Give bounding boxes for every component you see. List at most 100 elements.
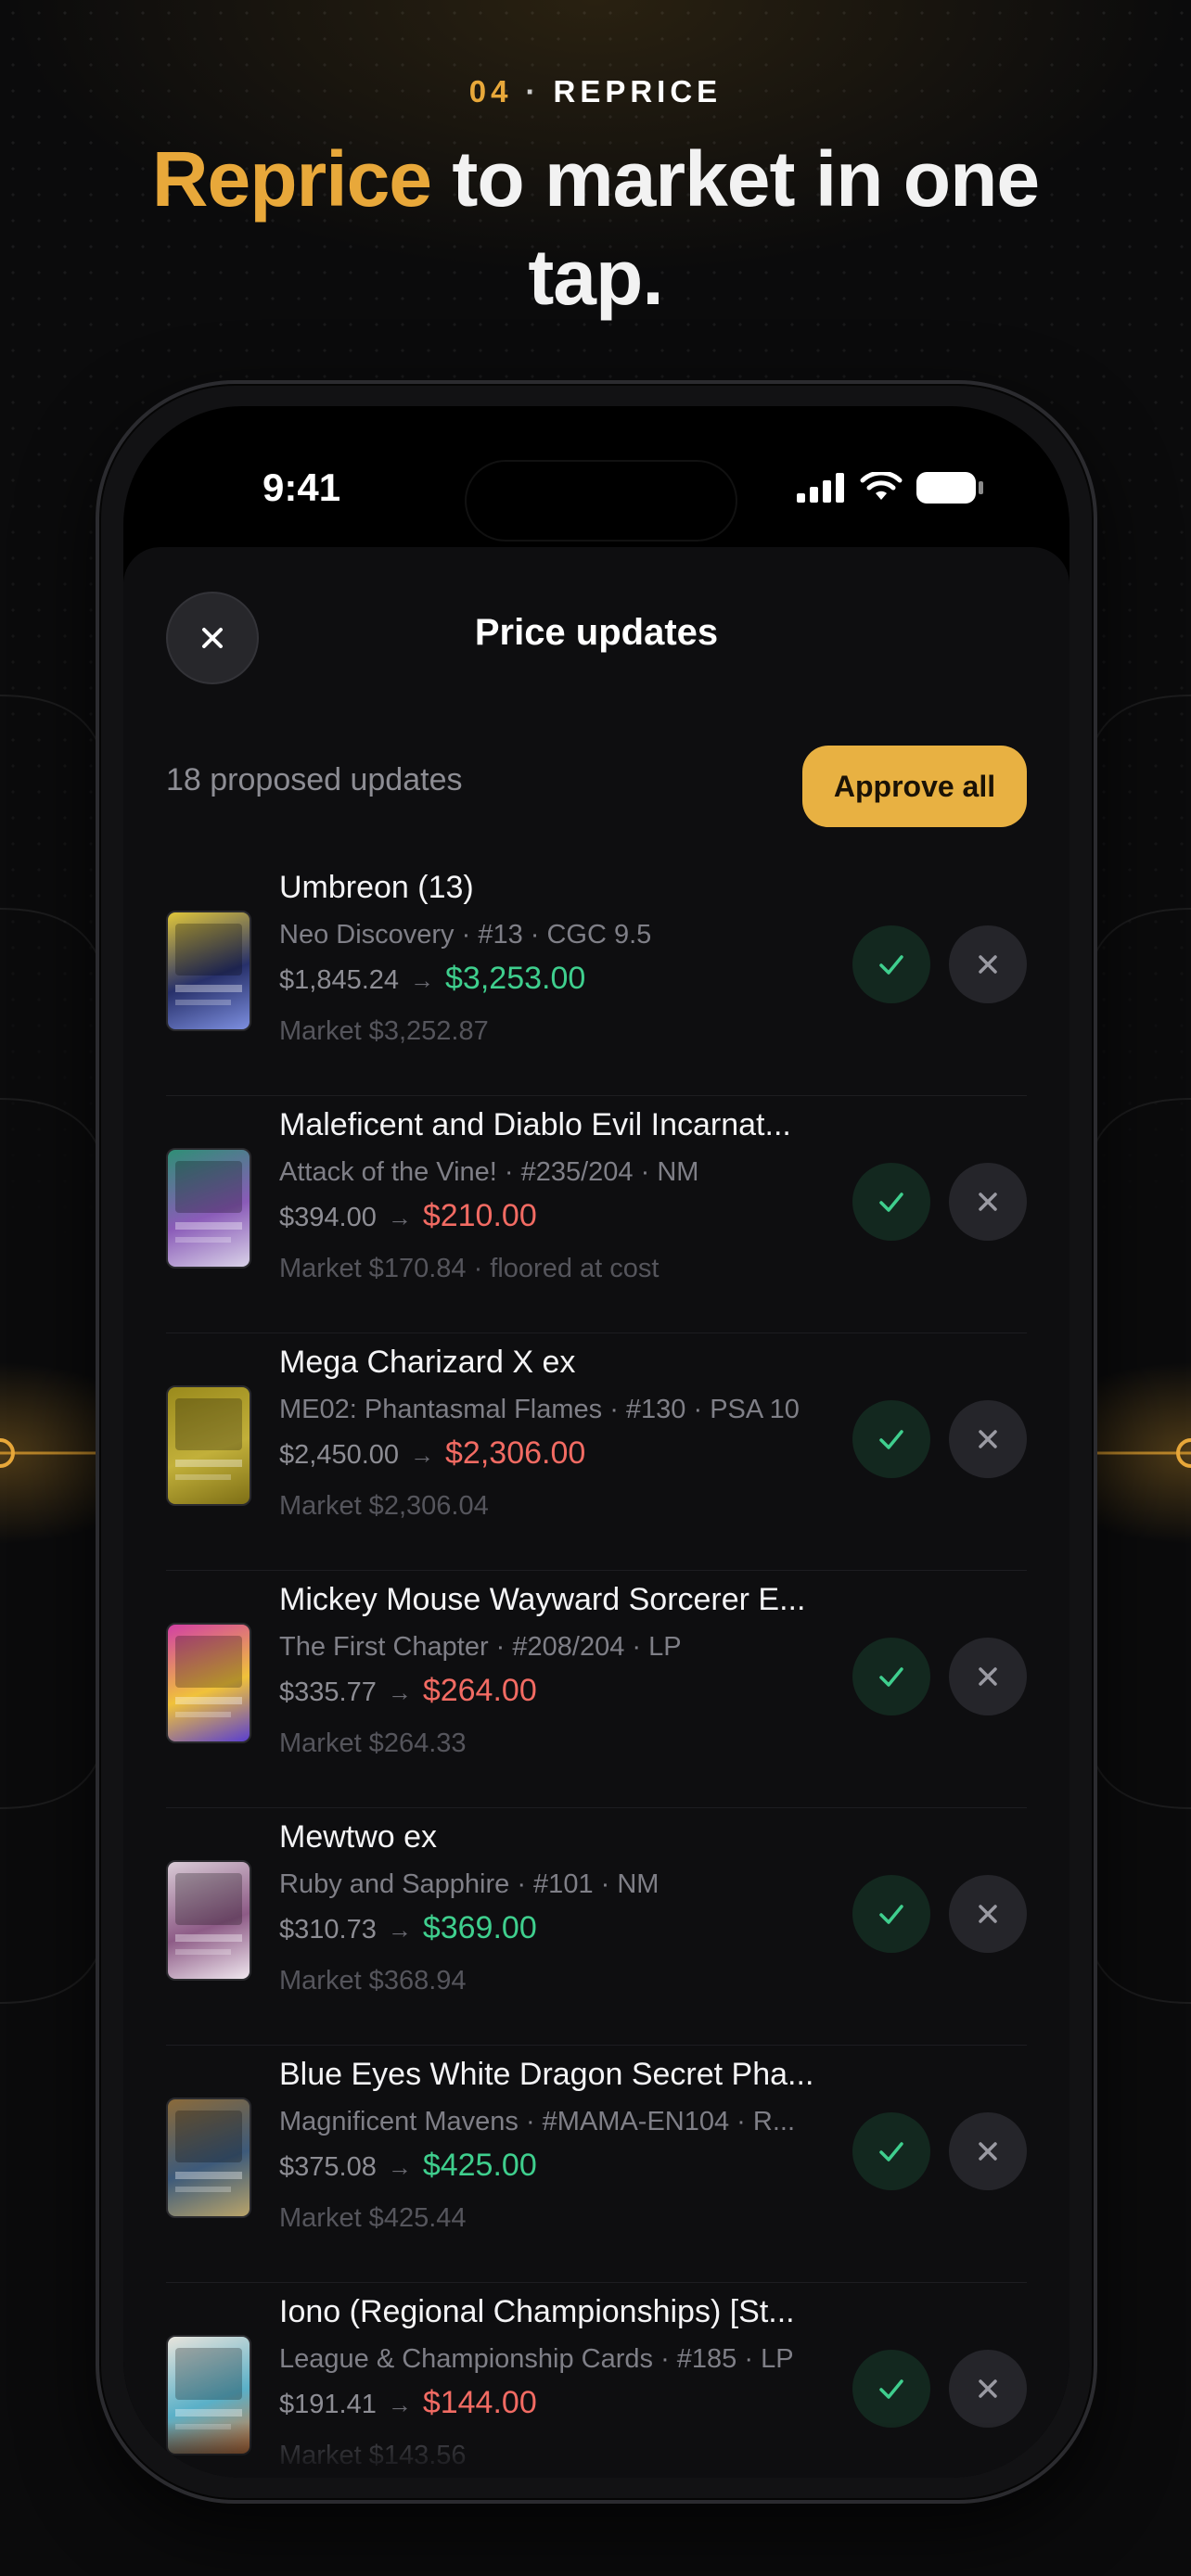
card-thumbnail bbox=[166, 1860, 251, 1981]
card-name: Mewtwo ex bbox=[279, 1819, 438, 1855]
checkmark-icon bbox=[879, 2379, 903, 2399]
reject-update-button[interactable] bbox=[949, 925, 1027, 1003]
reject-update-button[interactable] bbox=[949, 1638, 1027, 1715]
headline-rest: to market in one tap. bbox=[431, 135, 1040, 321]
step-label: REPRICE bbox=[553, 74, 723, 108]
new-price: $3,253.00 bbox=[445, 961, 586, 996]
old-price: $335.77 bbox=[279, 1677, 377, 1707]
checkmark-icon bbox=[879, 955, 903, 975]
approve-update-button[interactable] bbox=[852, 1638, 930, 1715]
market-price: Market $368.94 bbox=[279, 1966, 467, 1996]
card-meta: Magnificent Mavens · #MAMA-EN104 · R... bbox=[279, 2107, 796, 2136]
reject-update-button[interactable] bbox=[949, 1400, 1027, 1478]
approve-all-button[interactable]: Approve all bbox=[802, 746, 1027, 827]
checkmark-icon bbox=[879, 1430, 903, 1449]
reject-update-button[interactable] bbox=[949, 1163, 1027, 1241]
headline-highlight: Reprice bbox=[151, 135, 432, 223]
arrow-right-icon: → bbox=[387, 2391, 412, 2418]
old-price: $1,845.24 bbox=[279, 965, 400, 995]
approve-update-button[interactable] bbox=[852, 1875, 930, 1953]
approve-update-button[interactable] bbox=[852, 2112, 930, 2190]
card-thumbnail bbox=[166, 1623, 251, 1743]
new-price: $210.00 bbox=[422, 1198, 537, 1233]
status-bar: 9:41 bbox=[123, 460, 1069, 542]
card-name: Blue Eyes White Dragon Secret Pha... bbox=[279, 2057, 814, 2092]
new-price: $369.00 bbox=[422, 1910, 537, 1945]
wifi-icon bbox=[860, 472, 903, 500]
card-meta: Ruby and Sapphire · #101 · NM bbox=[279, 1869, 660, 1899]
old-price: $310.73 bbox=[279, 1915, 377, 1945]
updates-list: Umbreon (13) Neo Discovery · #13 · CGC 9… bbox=[166, 859, 1027, 2478]
price-change: $394.00 → $210.00 bbox=[279, 1198, 537, 1234]
battery-icon bbox=[916, 472, 983, 504]
arrow-right-icon: → bbox=[387, 2153, 412, 2181]
update-row[interactable]: Umbreon (13) Neo Discovery · #13 · CGC 9… bbox=[166, 859, 1027, 1096]
close-icon bbox=[979, 1192, 997, 1211]
arrow-right-icon: → bbox=[410, 966, 435, 994]
arrow-right-icon: → bbox=[387, 1916, 412, 1944]
old-price: $394.00 bbox=[279, 1203, 377, 1232]
new-price: $2,306.00 bbox=[445, 1435, 586, 1471]
close-icon bbox=[979, 1430, 997, 1448]
approve-update-button[interactable] bbox=[852, 1400, 930, 1478]
market-price: Market $2,306.04 bbox=[279, 1491, 489, 1521]
update-row[interactable]: Maleficent and Diablo Evil Incarnat... A… bbox=[166, 1096, 1027, 1333]
price-change: $1,845.24 → $3,253.00 bbox=[279, 961, 585, 997]
close-icon bbox=[979, 955, 997, 974]
price-change: $375.08 → $425.00 bbox=[279, 2148, 537, 2184]
approve-update-button[interactable] bbox=[852, 1163, 930, 1241]
approve-update-button[interactable] bbox=[852, 2350, 930, 2428]
old-price: $375.08 bbox=[279, 2152, 377, 2182]
step-eyebrow: 04 · REPRICE bbox=[0, 74, 1191, 109]
old-price: $2,450.00 bbox=[279, 1440, 400, 1470]
phone-frame: 9:41 Price updates 18 proposed updates A… bbox=[96, 380, 1097, 2504]
checkmark-icon bbox=[879, 1192, 903, 1212]
update-row[interactable]: Mega Charizard X ex ME02: Phantasmal Fla… bbox=[166, 1333, 1027, 1571]
phone-screen: 9:41 Price updates 18 proposed updates A… bbox=[123, 406, 1069, 2478]
approve-update-button[interactable] bbox=[852, 925, 930, 1003]
card-name: Iono (Regional Championships) [St... bbox=[279, 2294, 795, 2329]
update-row[interactable]: Blue Eyes White Dragon Secret Pha... Mag… bbox=[166, 2046, 1027, 2283]
card-thumbnail bbox=[166, 2098, 251, 2218]
card-meta: ME02: Phantasmal Flames · #130 · PSA 10 bbox=[279, 1395, 800, 1424]
card-meta: The First Chapter · #208/204 · LP bbox=[279, 1632, 682, 1662]
close-icon bbox=[979, 1667, 997, 1686]
reject-update-button[interactable] bbox=[949, 1875, 1027, 1953]
close-icon bbox=[979, 2379, 997, 2398]
dynamic-island bbox=[465, 460, 737, 542]
price-change: $310.73 → $369.00 bbox=[279, 1910, 537, 1946]
new-price: $425.00 bbox=[422, 2148, 537, 2183]
new-price: $264.00 bbox=[422, 1673, 537, 1708]
price-change: $335.77 → $264.00 bbox=[279, 1673, 537, 1709]
update-row[interactable]: Mewtwo ex Ruby and Sapphire · #101 · NM … bbox=[166, 1808, 1027, 2046]
card-thumbnail bbox=[166, 911, 251, 1031]
arrow-right-icon: → bbox=[410, 1441, 435, 1469]
card-meta: Neo Discovery · #13 · CGC 9.5 bbox=[279, 920, 652, 950]
status-icons bbox=[797, 471, 984, 504]
reject-update-button[interactable] bbox=[949, 2350, 1027, 2428]
market-price: Market $425.44 bbox=[279, 2203, 467, 2233]
card-name: Mega Charizard X ex bbox=[279, 1345, 576, 1380]
market-price: Market $264.33 bbox=[279, 1728, 467, 1758]
new-price: $144.00 bbox=[422, 2385, 537, 2420]
card-name: Umbreon (13) bbox=[279, 870, 474, 905]
card-meta: Attack of the Vine! · #235/204 · NM bbox=[279, 1157, 699, 1187]
bottom-fade bbox=[123, 2422, 1069, 2478]
card-thumbnail bbox=[166, 1148, 251, 1269]
arrow-right-icon: → bbox=[387, 1204, 412, 1231]
checkmark-icon bbox=[879, 1667, 903, 1687]
update-row[interactable]: Mickey Mouse Wayward Sorcerer E... The F… bbox=[166, 1571, 1027, 1808]
stage: 04 · REPRICE Reprice to market in one tap.… bbox=[0, 0, 1191, 2576]
headline: Reprice to market in one tap. bbox=[83, 130, 1108, 326]
price-change: $191.41 → $144.00 bbox=[279, 2385, 537, 2421]
close-icon bbox=[979, 1905, 997, 1923]
checkmark-icon bbox=[879, 2142, 903, 2162]
sheet-title: Price updates bbox=[474, 612, 719, 653]
price-updates-sheet: Price updates 18 proposed updates Approv… bbox=[123, 547, 1069, 2478]
card-name: Mickey Mouse Wayward Sorcerer E... bbox=[279, 1582, 806, 1617]
status-time: 9:41 bbox=[263, 465, 341, 509]
close-icon bbox=[979, 2142, 997, 2161]
checkmark-icon bbox=[879, 1905, 903, 1924]
old-price: $191.41 bbox=[279, 2390, 377, 2419]
reject-update-button[interactable] bbox=[949, 2112, 1027, 2190]
